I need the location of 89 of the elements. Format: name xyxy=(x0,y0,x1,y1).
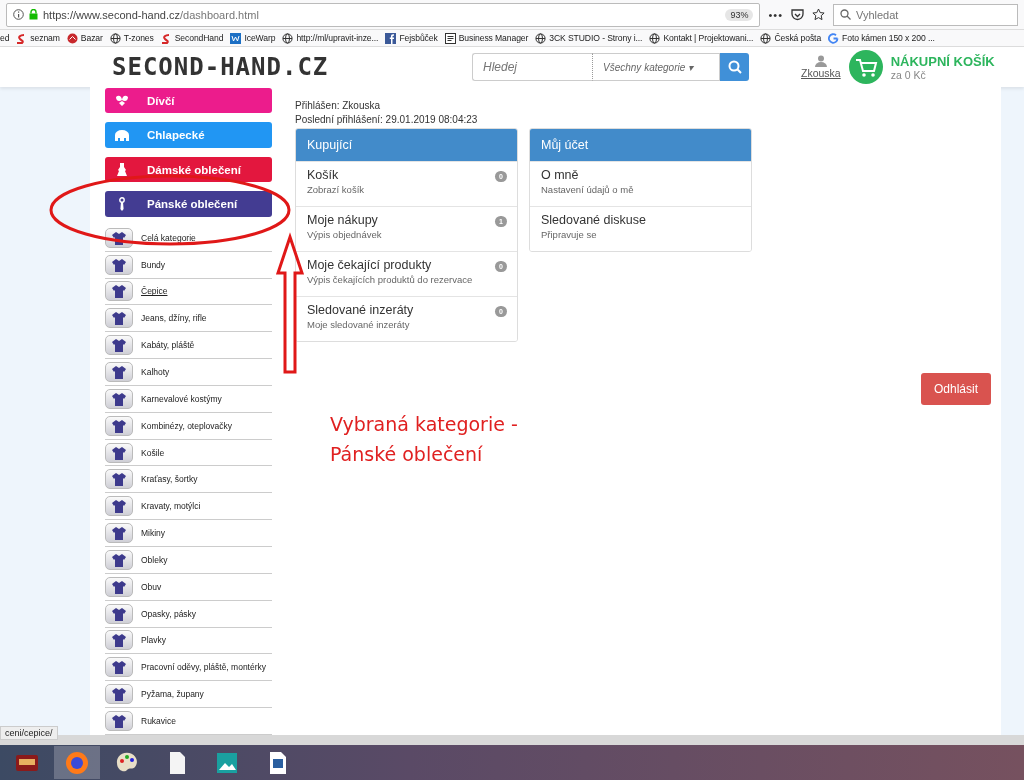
search-icon xyxy=(840,9,851,20)
search-icon xyxy=(727,60,742,74)
info-icon xyxy=(13,9,24,20)
shirt-icon xyxy=(112,660,126,675)
star-icon[interactable] xyxy=(812,8,825,21)
bookmark[interactable]: Bazar xyxy=(80,33,103,43)
globe-icon xyxy=(109,32,121,44)
bookmark[interactable]: SecondHand xyxy=(174,33,224,43)
bookmark[interactable]: IceWarp xyxy=(244,33,276,43)
shirt-icon xyxy=(112,714,126,728)
category-link[interactable]: Kombinézy, oteplovačky xyxy=(105,412,272,440)
globe-icon xyxy=(282,32,294,44)
bow-icon xyxy=(113,93,131,109)
last-login: Poslední přihlášení: 29.01.2019 08:04:23 xyxy=(295,113,479,127)
bookmark[interactable]: ed xyxy=(0,33,10,43)
site-logo[interactable]: SECOND-HAND.CZ xyxy=(112,53,442,81)
shirt-icon xyxy=(112,526,126,541)
globe-icon xyxy=(535,32,547,44)
category-link[interactable]: Obuv xyxy=(105,573,272,601)
category-link[interactable]: Pyžama, župany xyxy=(105,681,272,709)
category-button[interactable]: Dámské oblečení xyxy=(105,156,272,183)
category-link[interactable]: Čepice xyxy=(105,278,272,306)
bookmark[interactable]: Kontakt | Projektowani... xyxy=(663,33,754,43)
shirt-icon xyxy=(112,311,126,326)
shirt-icon xyxy=(112,284,126,299)
lock-icon xyxy=(29,9,38,20)
user-icon xyxy=(814,55,827,67)
category-link[interactable]: Jeans, džíny, rifle xyxy=(105,305,272,333)
shirt-icon xyxy=(112,579,126,594)
bookmark[interactable]: seznam xyxy=(30,33,60,43)
category-link[interactable]: Mikiny xyxy=(105,520,272,547)
cart-icon xyxy=(848,50,883,84)
category-link[interactable]: Kalhoty xyxy=(105,359,272,386)
shirt-icon xyxy=(112,257,126,272)
category-link[interactable]: Opasky, pásky xyxy=(105,600,272,628)
shirt-icon xyxy=(112,230,126,245)
category-link[interactable]: Bundy xyxy=(105,251,272,279)
category-link[interactable]: Obleky xyxy=(105,547,272,574)
zoom-level[interactable]: 93% xyxy=(725,8,754,21)
bookmark[interactable]: http://ml/upravit-inze... xyxy=(296,33,379,43)
bookmark[interactable]: Česká pošta xyxy=(774,33,822,43)
user-link[interactable]: Zkouska xyxy=(801,55,841,79)
globe-icon xyxy=(649,32,661,44)
shirt-icon xyxy=(112,687,126,702)
category-link[interactable]: Kabáty, pláště xyxy=(105,332,272,360)
globe-icon xyxy=(760,32,772,44)
panel-title: Kupující xyxy=(296,129,517,161)
category-link[interactable]: Karnevalové kostýmy xyxy=(105,385,272,413)
shirt-icon xyxy=(112,552,126,567)
shirt-icon xyxy=(112,499,126,514)
url-text: https://www.second-hand.cz/dashboard.html xyxy=(43,8,259,21)
category-button[interactable]: Pánské oblečení xyxy=(105,191,272,217)
bookmark[interactable]: Business Manager xyxy=(458,33,529,43)
login-info: Přihlášen: Zkouska xyxy=(295,99,382,113)
address-bar[interactable]: https://www.second-hand.cz/dashboard.html 93% xyxy=(6,2,761,27)
cart-button[interactable]: NÁKUPNÍ KOŠÍK za 0 Kč xyxy=(848,50,995,84)
category-link[interactable]: Rukavice xyxy=(105,708,272,735)
shirt-icon xyxy=(112,365,126,379)
category-button[interactable]: Dívčí xyxy=(105,88,272,114)
search-field[interactable]: Hledej xyxy=(472,53,592,81)
category-dropdown[interactable]: Všechny kategorie ▾ xyxy=(592,53,720,81)
panel-title: Můj účet xyxy=(530,129,751,161)
shirt-icon xyxy=(112,606,126,621)
shirt-icon xyxy=(112,472,126,487)
pocket-icon[interactable] xyxy=(791,8,804,21)
shirt-icon xyxy=(112,633,126,648)
bookmark[interactable]: T-zones xyxy=(123,33,154,43)
shirt-icon xyxy=(112,445,126,460)
status-url: ceni/cepice/ xyxy=(0,726,58,740)
category-link[interactable]: Kravaty, motýlci xyxy=(105,493,272,521)
shirt-icon xyxy=(112,338,126,353)
bookmark[interactable]: 3CK STUDIO - Strony i... xyxy=(549,33,643,43)
category-link[interactable]: Kraťasy, šortky xyxy=(105,466,272,494)
category-link[interactable]: Košile xyxy=(105,439,272,467)
bookmark[interactable]: Fejsbůček xyxy=(399,33,438,43)
annotation-text: Vybraná kategorie - Pánské oblečení xyxy=(330,412,518,467)
panel-item[interactable]: Sledované diskuse Připravuje se xyxy=(530,206,751,251)
search-button[interactable] xyxy=(720,53,749,81)
logout-button[interactable]: Odhlásit xyxy=(921,373,991,405)
more-button[interactable]: ••• xyxy=(768,8,783,21)
bookmark[interactable]: Foto kámen 150 x 200 ... xyxy=(842,33,935,43)
category-link[interactable]: Celá kategorie xyxy=(105,224,272,252)
shirt-icon xyxy=(112,391,126,406)
search-box[interactable]: Vyhledat xyxy=(833,3,1018,26)
g-logo-icon xyxy=(828,32,840,44)
category-link[interactable]: Pracovní oděvy, pláště, montérky xyxy=(105,654,272,682)
category-link[interactable]: Plavky xyxy=(105,627,272,655)
s-logo-icon xyxy=(160,32,172,44)
shirt-icon xyxy=(112,418,126,433)
